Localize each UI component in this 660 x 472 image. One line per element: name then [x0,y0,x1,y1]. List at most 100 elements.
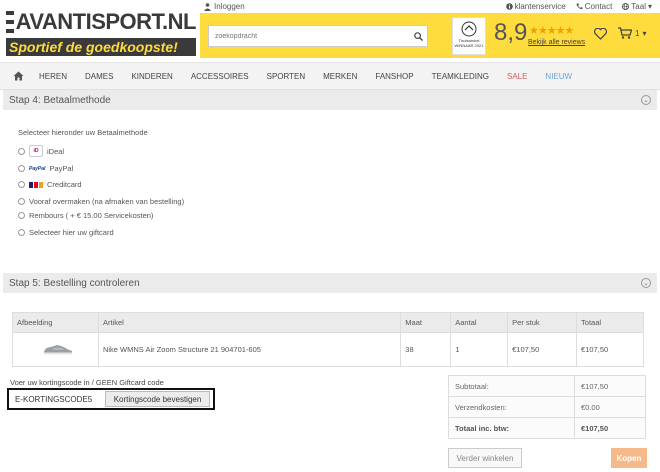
ideal-logo: iD [29,145,43,157]
wishlist-heart-icon[interactable] [593,27,608,43]
col-per-stuk: Per stuk [507,312,578,333]
brand-tagline: Sportief de goedkoopste! [6,38,196,56]
col-aantal: Aantal [450,312,509,333]
col-totaal: Totaal [576,312,644,333]
payment-option-creditcard[interactable]: Creditcard [18,180,82,189]
contact-label: Contact [584,2,613,11]
nav-item-sporten[interactable]: SPORTEN [258,72,315,81]
brand-name: AVANTISPORT.NL [15,9,197,34]
nav-item-sale[interactable]: SALE [498,72,536,81]
confirm-discount-button[interactable]: Kortingscode bevestigen [105,391,210,407]
chevron-down-icon: ▾ [642,28,647,38]
subtotal-row: Subtotaal: €107,50 [448,375,646,397]
step4-header[interactable]: Stap 4: Betaalmethode ⌄ [3,90,657,110]
product-qty: 1 [450,332,509,367]
shipping-value: €0.00 [574,396,646,418]
payment-option-rembours[interactable]: Rembours ( + € 15.00 Servicekosten) [18,211,153,220]
search-icon [413,31,423,41]
nav-item-dames[interactable]: DAMES [76,72,122,81]
discount-code-input[interactable] [9,391,105,407]
col-maat: Maat [400,312,452,333]
award-badge-text: Thuiswinkel WINNAAR 2021 [454,38,484,48]
nav-item-heren[interactable]: HEREN [30,72,76,81]
step5-header[interactable]: Stap 5: Bestelling controleren ⌄ [3,273,657,293]
subtotal-value: €107,50 [574,375,646,397]
customer-service-label: klantenservice [514,2,566,11]
nav-item-kinderen[interactable]: KINDEREN [122,72,181,81]
payment-label-creditcard: Creditcard [47,180,82,189]
product-name[interactable]: Nike WMNS Air Zoom Structure 21 904701-6… [97,332,402,367]
cart-count: 1 [635,28,640,38]
payment-option-paypal[interactable]: PayPal PayPal [18,164,73,173]
header-yellow-bar: Thuiswinkel WINNAAR 2021 8,9 ★★★★★ Bekij… [200,13,660,58]
payment-label-rembours: Rembours ( + € 15.00 Servicekosten) [29,211,154,220]
brand-logo[interactable]: AVANTISPORT.NL Sportief de goedkoopste! [0,0,200,62]
payment-intro: Selecteer hieronder uw Betaalmethode [18,128,148,137]
payment-option-giftcard[interactable]: Selecteer hier uw giftcard [18,228,114,237]
product-image[interactable] [43,343,73,355]
product-image-cell [12,332,99,367]
login-link[interactable]: Inloggen [204,2,245,11]
order-table-header: Afbeelding Artikel Maat Aantal Per stuk … [12,312,644,333]
step5-title: Stap 5: Bestelling controleren [9,277,140,289]
search-input[interactable] [209,32,409,40]
payment-label-transfer: Vooraf overmaken (na afmaken van bestell… [29,197,185,206]
globe-icon [622,3,630,10]
home-icon [13,71,23,81]
nav-item-accessoires[interactable]: ACCESSOIRES [182,72,258,81]
radio-paypal[interactable] [18,165,25,172]
payment-label-giftcard: Selecteer hier uw giftcard [29,228,114,237]
creditcard-logo [29,181,43,188]
search-button[interactable] [409,27,427,45]
order-totals: Subtotaal: €107,50 Verzendkosten: €0.00 … [448,375,646,439]
info-icon [505,3,513,10]
subtotal-label: Subtotaal: [448,375,575,397]
shipping-label: Verzendkosten: [448,396,575,418]
collapse-icon[interactable]: ⌄ [641,278,651,288]
continue-shopping-button[interactable]: Verder winkelen [448,448,522,468]
col-artikel: Artikel [97,312,402,333]
radio-creditcard[interactable] [18,181,25,188]
buy-button[interactable]: Kopen [611,448,647,468]
collapse-icon[interactable]: ⌄ [641,95,651,105]
language-label: Taal [631,2,646,11]
language-selector[interactable]: Taal ▾ [622,2,652,11]
nav-item-nieuw[interactable]: NIEUW [536,72,581,81]
thuiswinkel-award-badge[interactable]: Thuiswinkel WINNAAR 2021 [452,17,486,55]
award-icon [461,21,477,37]
logo-bars-icon [6,11,14,33]
order-table: Afbeelding Artikel Maat Aantal Per stuk … [12,312,644,367]
shipping-row: Verzendkosten: €0.00 [448,396,646,418]
login-label: Inloggen [214,2,245,11]
product-unit-price: €107,50 [507,332,578,367]
payment-option-transfer[interactable]: Vooraf overmaken (na afmaken van bestell… [18,197,184,206]
rating-stars: ★★★★★ [529,25,574,37]
top-bar: Inloggen klantenservice Contact Taal ▾ [200,0,660,13]
radio-rembours[interactable] [18,212,25,219]
customer-service-link[interactable]: klantenservice [505,2,566,11]
user-icon [204,2,211,11]
radio-giftcard[interactable] [18,229,25,236]
chevron-down-icon: ▾ [647,2,652,11]
all-reviews-link[interactable]: Bekijk alle reviews [528,39,585,46]
discount-label: Voer uw kortingscode in / GEEN Giftcard … [10,378,164,387]
cart-icon [618,27,632,39]
table-row: Nike WMNS Air Zoom Structure 21 904701-6… [12,332,644,367]
cart-button[interactable]: 1 ▾ [618,27,646,39]
step4-title: Stap 4: Betaalmethode [9,94,111,106]
main-nav: HEREN DAMES KINDEREN ACCESSOIRES SPORTEN… [0,62,660,90]
payment-label-paypal: PayPal [49,164,74,173]
nav-item-teamkleding[interactable]: TEAMKLEDING [423,72,498,81]
nav-item-merken[interactable]: MERKEN [314,72,366,81]
site-header: AVANTISPORT.NL Sportief de goedkoopste! … [0,0,660,62]
product-total: €107,50 [576,332,644,367]
nav-item-fanshop[interactable]: FANSHOP [366,72,422,81]
radio-ideal[interactable] [18,147,25,155]
radio-transfer[interactable] [18,198,25,205]
nav-home[interactable] [6,71,30,81]
contact-link[interactable]: Contact [576,2,613,11]
phone-icon [576,3,583,10]
discount-form: Kortingscode bevestigen [7,388,215,410]
total-value: €107,50 [574,417,646,439]
payment-option-ideal[interactable]: iD iDeal [18,145,64,157]
